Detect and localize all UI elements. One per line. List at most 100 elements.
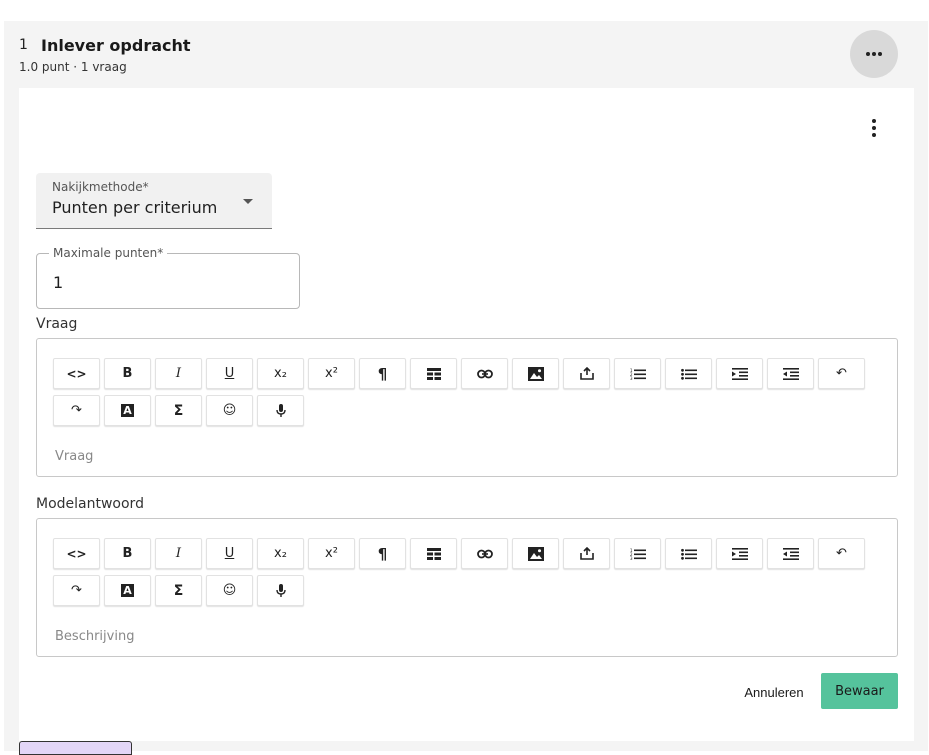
toolbar-superscript-button[interactable]: x² [308,358,355,389]
link-icon [476,369,493,379]
toolbar-emoji-button[interactable]: ☺ [206,395,253,426]
text-color-icon: A [121,404,134,417]
formula-icon: Σ [173,402,184,419]
question-editor[interactable]: Vraag <> B I Ux₂ x² ¶ 1 2 3 ↶ ↷ A Σ ☺ [36,338,898,477]
subscript-icon: x₂ [274,546,287,561]
italic-icon: I [175,546,182,561]
max-points-label: Maximale punten* [49,246,168,260]
formula-icon: Σ [173,582,184,599]
undo-icon: ↶ [836,546,847,561]
question-options-button[interactable] [859,117,889,139]
section-meta: 1.0 punt · 1 vraag [19,60,127,74]
toolbar-table-button[interactable] [410,358,457,389]
toolbar-upload-button[interactable] [563,358,610,389]
toolbar-image-button[interactable] [512,358,559,389]
grading-method-select[interactable]: Nakijkmethode* Punten per criterium [36,173,272,229]
toolbar-bullet-list-button[interactable] [665,358,712,389]
toolbar-text-color-button[interactable]: A [104,575,151,606]
toolbar-image-button[interactable] [512,538,559,569]
model-answer-editor[interactable]: Beschrijving <> B I Ux₂ x² ¶ 1 2 3 ↶ ↷ A Σ ☺ [36,518,898,657]
toolbar-emoji-button[interactable]: ☺ [206,575,253,606]
toolbar-code-button[interactable]: <> [53,538,100,569]
question-editor-placeholder: Vraag [55,449,94,464]
toolbar-link-button[interactable] [461,358,508,389]
toolbar-italic-button[interactable]: I [155,538,202,569]
emoji-icon: ☺ [222,583,237,598]
toolbar-table-button[interactable] [410,538,457,569]
microphone-icon [275,583,286,598]
toolbar-subscript-button[interactable]: x₂ [257,358,304,389]
toolbar-formula-button[interactable]: Σ [155,575,202,606]
toolbar-indent-button[interactable] [716,538,763,569]
svg-text:3: 3 [630,556,633,560]
toolbar-underline-button[interactable]: U [206,538,253,569]
svg-text:3: 3 [630,376,633,380]
toolbar-ordered-list-button[interactable]: 123 [614,358,661,389]
toolbar-ordered-list-button[interactable]: 123 [614,538,661,569]
max-points-field[interactable]: Maximale punten* 1 [36,246,300,309]
toolbar-bold-button[interactable]: B [104,358,151,389]
toolbar-link-button[interactable] [461,538,508,569]
toolbar-microphone-button[interactable] [257,395,304,426]
text-color-icon: A [121,584,134,597]
underline-icon: U [224,546,235,561]
toolbar-indent-button[interactable] [716,358,763,389]
superscript-icon: x² [325,546,338,561]
toolbar-redo-button[interactable]: ↷ [53,575,100,606]
redo-icon: ↷ [71,583,82,598]
toolbar-outdent-button[interactable] [767,538,814,569]
toolbar-code-button[interactable]: <> [53,358,100,389]
model-answer-title: Modelantwoord [36,496,144,512]
dropdown-arrow-icon [243,199,253,204]
toolbar-undo-button[interactable]: ↶ [818,358,865,389]
outdent-icon [782,547,799,560]
upload-icon [579,547,594,560]
outdent-icon [782,367,799,380]
toolbar-redo-button[interactable]: ↷ [53,395,100,426]
cancel-button[interactable]: Annuleren [736,678,812,706]
redo-icon: ↷ [71,403,82,418]
paragraph-icon: ¶ [377,364,388,383]
toolbar-underline-button[interactable]: U [206,358,253,389]
italic-icon: I [175,366,182,381]
toolbar-paragraph-button[interactable]: ¶ [359,538,406,569]
toolbar-text-color-button[interactable]: A [104,395,151,426]
underline-icon: U [224,366,235,381]
bullet-list-icon [680,368,697,380]
table-icon [426,367,441,380]
add-section-tab[interactable] [19,741,132,755]
subscript-icon: x₂ [274,366,287,381]
image-icon [527,366,544,381]
grading-method-label: Nakijkmethode* [52,180,149,194]
superscript-icon: x² [325,366,338,381]
image-icon [527,546,544,561]
toolbar-undo-button[interactable]: ↶ [818,538,865,569]
emoji-icon: ☺ [222,403,237,418]
indent-icon [731,367,748,380]
section-number: 1 [19,37,28,53]
question-title: Vraag [36,316,78,332]
model-answer-editor-placeholder: Beschrijving [55,629,135,644]
bold-icon: B [122,546,133,561]
toolbar-bold-button[interactable]: B [104,538,151,569]
toolbar-italic-button[interactable]: I [155,358,202,389]
upload-icon [579,367,594,380]
toolbar-superscript-button[interactable]: x² [308,538,355,569]
grading-method-value: Punten per criterium [52,198,218,217]
toolbar-subscript-button[interactable]: x₂ [257,538,304,569]
more-horizontal-icon [866,52,882,56]
indent-icon [731,547,748,560]
code-icon: <> [66,546,87,561]
save-button[interactable]: Bewaar [821,673,898,709]
toolbar-microphone-button[interactable] [257,575,304,606]
toolbar-upload-button[interactable] [563,538,610,569]
toolbar-paragraph-button[interactable]: ¶ [359,358,406,389]
max-points-value: 1 [53,273,64,292]
toolbar-formula-button[interactable]: Σ [155,395,202,426]
table-icon [426,547,441,560]
link-icon [476,549,493,559]
toolbar-outdent-button[interactable] [767,358,814,389]
section-title: Inlever opdracht [41,36,191,55]
section-more-button[interactable] [850,30,898,78]
toolbar-bullet-list-button[interactable] [665,538,712,569]
